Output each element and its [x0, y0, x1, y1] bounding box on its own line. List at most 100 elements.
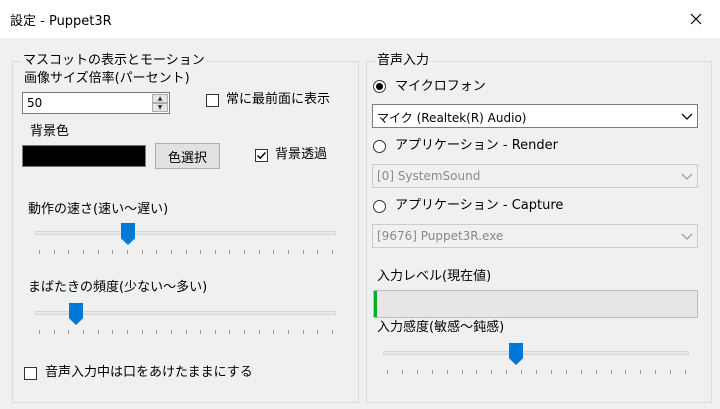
slider-tick [215, 250, 216, 254]
spin-down-button[interactable]: ▼ [152, 103, 168, 112]
slider-tick [54, 330, 55, 334]
slider-tick [303, 250, 304, 254]
speed-slider[interactable] [35, 222, 336, 256]
triangle-down-icon: ▼ [157, 103, 163, 111]
slider-thumb[interactable] [509, 343, 523, 365]
slider-tick [171, 330, 172, 334]
capture-device-value: [9676] Puppet3R.exe [377, 229, 504, 243]
slider-tick [640, 370, 641, 374]
checkmark-icon [256, 151, 267, 160]
sensitivity-slider[interactable] [383, 342, 689, 376]
slider-tick [288, 330, 289, 334]
microphone-device-select[interactable]: マイク (Realtek(R) Audio) [372, 104, 698, 128]
slider-tick [127, 250, 128, 254]
slider-tick [98, 330, 99, 334]
slider-tick [317, 330, 318, 334]
slider-tick [288, 250, 289, 254]
slider-tick [447, 370, 448, 374]
slider-tick [551, 370, 552, 374]
blink-slider[interactable] [35, 302, 336, 336]
slider-tick [581, 370, 582, 374]
bg-color-label: 背景色 [30, 124, 70, 139]
scale-label: 画像サイズ倍率(パーセント) [24, 71, 190, 86]
microphone-label: マイクロフォン [395, 79, 486, 94]
slider-tick [332, 330, 333, 334]
render-radio[interactable] [373, 140, 386, 153]
slider-tick [655, 370, 656, 374]
slider-tick [83, 250, 84, 254]
chevron-down-icon [681, 173, 693, 180]
slider-tick [596, 370, 597, 374]
slider-tick [215, 330, 216, 334]
slider-tick [685, 370, 686, 374]
slider-tick [186, 250, 187, 254]
slider-tick [303, 330, 304, 334]
input-level-fill [374, 291, 377, 317]
slider-tick [127, 330, 128, 334]
sensitivity-label: 入力感度(敏感～鈍感) [377, 320, 505, 335]
slider-tick [112, 250, 113, 254]
slider-tick [417, 370, 418, 374]
speed-label: 動作の速さ(速い～遅い) [28, 202, 169, 217]
slider-tick [462, 370, 463, 374]
radio-selected-dot [376, 83, 383, 90]
bg-transparent-checkbox[interactable] [255, 149, 268, 162]
color-select-button[interactable]: 色選択 [155, 143, 220, 169]
bg-transparent-label: 背景透過 [275, 147, 328, 162]
slider-thumb[interactable] [69, 303, 83, 325]
blink-label: まばたきの頻度(少ない～多い) [28, 280, 208, 295]
render-label: アプリケーション - Render [395, 138, 558, 153]
level-label: 入力レベル(現在値) [377, 269, 492, 284]
microphone-device-value: マイク (Realtek(R) Audio) [377, 111, 527, 125]
close-icon [690, 13, 702, 25]
slider-tick [229, 330, 230, 334]
mascot-group-legend: マスコットの表示とモーション [21, 53, 207, 68]
render-device-value: [0] SystemSound [377, 169, 481, 183]
slider-thumb[interactable] [121, 223, 135, 245]
slider-tick [186, 330, 187, 334]
slider-tick [54, 250, 55, 254]
slider-tick [521, 370, 522, 374]
slider-tick [387, 370, 388, 374]
slider-tick [317, 250, 318, 254]
bg-color-swatch [22, 145, 146, 167]
slider-tick [98, 250, 99, 254]
slider-tick [259, 330, 260, 334]
slider-tick [171, 250, 172, 254]
slider-tick [39, 250, 40, 254]
window-title: 設定 - Puppet3R [10, 14, 112, 29]
slider-tick [83, 330, 84, 334]
slider-tick [68, 330, 69, 334]
slider-tick [156, 330, 157, 334]
slider-tick [68, 250, 69, 254]
slider-tick [670, 370, 671, 374]
mouth-open-label: 音声入力中は口をあけたままにする [45, 365, 253, 380]
slider-tick [273, 330, 274, 334]
slider-tick [625, 370, 626, 374]
spin-up-button[interactable]: ▲ [152, 94, 168, 103]
always-on-top-label: 常に最前面に表示 [226, 92, 331, 107]
slider-track [35, 231, 336, 235]
scale-spinbox[interactable]: 50 ▲ ▼ [22, 92, 170, 114]
slider-tick [432, 370, 433, 374]
always-on-top-checkbox[interactable] [206, 94, 219, 107]
mouth-open-checkbox[interactable] [24, 367, 37, 380]
capture-label: アプリケーション - Capture [395, 198, 564, 213]
capture-radio[interactable] [373, 200, 386, 213]
audio-group-legend: 音声入力 [375, 53, 432, 68]
slider-tick [259, 250, 260, 254]
slider-tick [244, 330, 245, 334]
slider-track [383, 351, 689, 355]
microphone-radio[interactable] [373, 80, 386, 93]
triangle-up-icon: ▲ [157, 94, 163, 102]
slider-tick [506, 370, 507, 374]
close-button[interactable] [672, 0, 720, 38]
chevron-down-icon [681, 113, 693, 120]
chevron-down-icon [681, 233, 693, 240]
slider-tick [200, 330, 201, 334]
capture-device-select[interactable]: [9676] Puppet3R.exe [372, 224, 698, 248]
slider-tick [402, 370, 403, 374]
slider-tick [112, 330, 113, 334]
render-device-select[interactable]: [0] SystemSound [372, 164, 698, 188]
input-level-meter [373, 290, 698, 318]
